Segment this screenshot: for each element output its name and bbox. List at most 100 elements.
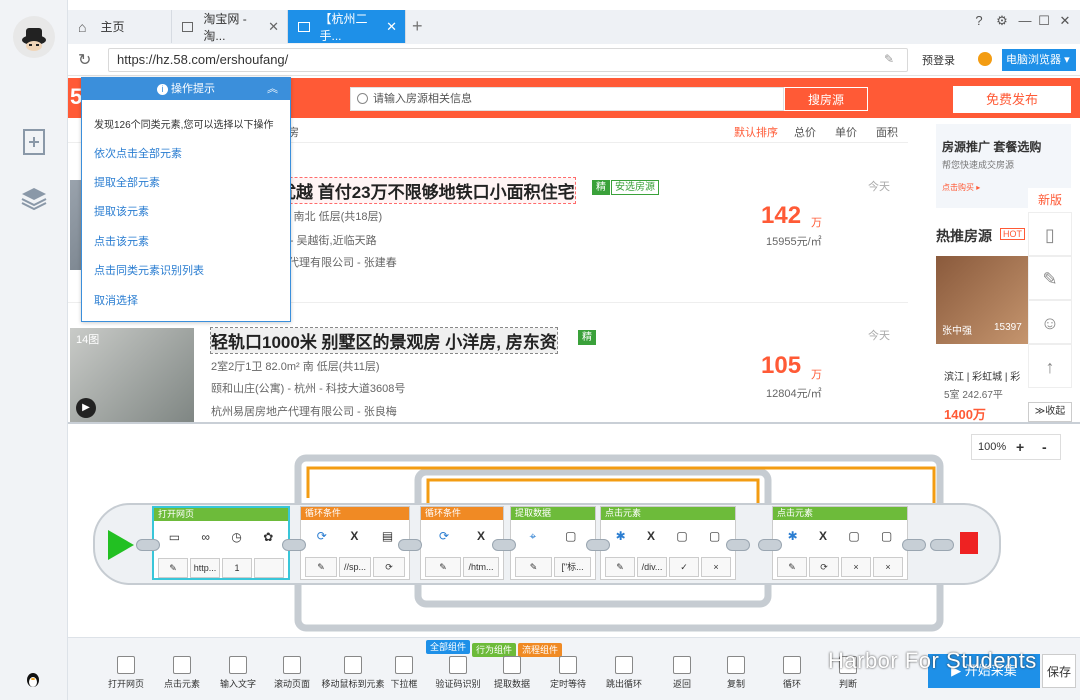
tool-open-page[interactable]: 打开网页 [100,656,152,690]
edit-icon[interactable]: ✎ [515,557,552,577]
node-field: ["标... [554,557,591,577]
unit-price: 15955元/㎡ [766,236,822,248]
edit-icon[interactable]: ✎ [158,558,188,578]
popup-action[interactable]: 提取该元素 [94,203,149,219]
tool-hover[interactable]: 移动鼠标到元素 [320,656,386,690]
edit-icon[interactable]: ✎ [305,557,337,577]
connector [758,539,782,551]
service-icon[interactable]: ☺ [1028,300,1072,344]
mouse-icon [344,656,362,674]
help-icon[interactable]: ? [971,13,987,29]
phone-icon[interactable]: ▯ [1028,212,1072,256]
chip-all[interactable]: 全部组件 [426,640,471,654]
tool-wait[interactable]: 定时等待 [542,656,594,690]
node-field: ⟳ [809,557,839,577]
back-to-top-icon[interactable]: ↑ [1028,344,1072,388]
tool-label: 定时等待 [549,679,586,689]
new-tab-icon[interactable]: + [412,16,423,37]
popup-action[interactable]: 依次点击全部元素 [94,145,182,161]
flow-node-extract[interactable]: 提取数据 ⌖ ▢ ✎ ["标... [510,506,596,580]
flow-node-click-2[interactable]: 点击元素 ✱ X ▢ ▢ ✎ ⟳ × × [772,506,908,580]
close-tab-icon[interactable]: ✕ [268,19,279,35]
feedback-icon[interactable]: ✎ [1028,256,1072,300]
listing-date: 今天 [868,330,890,342]
settings-icon[interactable]: ⚙ [994,13,1010,29]
popup-action[interactable]: 提取全部元素 [94,174,160,190]
pre-login-button[interactable]: 预登录 [922,52,955,68]
collapse-label: 收起 [1045,406,1066,417]
listing-meta: 2室2厅1卫 82.0m² 南 低层(共11层) [211,361,380,373]
flow-node-click[interactable]: 点击元素 ✱ X ▢ ▢ ✎/div... ✓ × [600,506,736,580]
node-field-empty [254,558,284,578]
tool-input[interactable]: 输入文字 [212,656,264,690]
listing-agent[interactable]: 杭州易居房地产代理有限公司 - 张良梅 [211,403,397,419]
edit-icon[interactable]: ✎ [777,557,807,577]
edit-icon[interactable]: ✎ [605,557,635,577]
chip-action[interactable]: 行为组件 [472,643,517,657]
tool-click[interactable]: 点击元素 [156,656,208,690]
start-icon[interactable] [106,528,136,562]
node-field: //sp... [339,557,371,577]
maximize-icon[interactable]: ☐ [1036,13,1052,29]
search-button[interactable]: 搜房源 [784,87,868,111]
save-button[interactable]: 保存 [1042,654,1076,688]
copy-icon [727,656,745,674]
avatar[interactable] [13,16,55,58]
sort-unit[interactable]: 单价 [835,124,857,140]
sort-total[interactable]: 总价 [794,124,816,140]
chip-flow[interactable]: 流程组件 [518,643,563,657]
listing-title[interactable]: 轻轨口1000米 别墅区的景观房 小洋房, 房东资 [210,327,558,354]
flow-node-loop[interactable]: 循环条件 ⟳ X ▤ ✎//sp... ⟳ [300,506,410,580]
promo-link[interactable]: 点击购买 ▸ [942,182,980,193]
new-task-icon[interactable] [20,128,48,156]
url-input[interactable]: https://hz.58.com/ershoufang/ [108,48,908,72]
workflow-canvas[interactable]: 100% + - 打开网页 ▭ ∞ ◷ ✿ ✎ http... 1 循环条件 ⟳ X ▤ ✎ /… [68,422,1080,637]
connector [930,539,954,551]
x-icon: X [647,529,656,543]
listing-photo[interactable]: 14图 ▶ [70,328,194,422]
tag-badge: 精 [592,180,610,195]
watermark: Harbor For Students [828,648,1037,673]
browser-mode-dropdown[interactable]: 电脑浏览器 ▾ [1002,49,1076,71]
browser-window: ⌂ 主页 淘宝网 - 淘... ✕ 【杭州二手... ✕ + ? ⚙ — ☐ ✕… [0,0,1080,700]
collapse-button[interactable]: ≫收起 [1028,402,1072,422]
sort-default[interactable]: 默认排序 [734,124,778,140]
tool-captcha[interactable]: 验证码识别 [432,656,484,690]
tab-home[interactable]: ⌂ 主页 [68,10,172,43]
layers-icon[interactable] [20,184,48,212]
listing-address[interactable]: 颐和山庄(公寓) - 杭州 - 科技大道3608号 [211,380,405,396]
cloud-icon[interactable] [978,52,992,66]
tool-extract[interactable]: 提取数据 [486,656,538,690]
tool-copy[interactable]: 复制 [710,656,762,690]
edit-icon[interactable]: ✎ [425,557,461,577]
search-input[interactable]: 请输入房源相关信息 [350,87,784,111]
photo-count: 14图 [76,334,100,346]
tool-dropdown[interactable]: 下拉框 [378,656,430,690]
edit-icon[interactable]: ✎ [884,52,894,66]
play-icon[interactable]: ▶ [76,398,96,418]
new-version-label[interactable]: 新版 [1028,188,1072,212]
hot-place[interactable]: 滨江 | 彩虹城 | 彩 [944,368,1020,383]
tab-taobao[interactable]: 淘宝网 - 淘... ✕ [172,10,288,43]
popup-action[interactable]: 点击同类元素识别列表 [94,262,204,278]
minimize-icon[interactable]: — [1017,13,1033,29]
tool-loop[interactable]: 循环 [766,656,818,690]
tab-58[interactable]: 【杭州二手... ✕ [288,10,406,43]
flow-node-open-page[interactable]: 打开网页 ▭ ∞ ◷ ✿ ✎ http... 1 [152,506,290,580]
link-icon: ∞ [201,530,210,544]
close-icon[interactable]: ✕ [1057,13,1073,29]
sort-area[interactable]: 面积 [876,124,898,140]
tool-label: 下拉框 [390,679,418,689]
node-title: 打开网页 [154,508,288,521]
refresh-icon[interactable]: ↻ [78,50,91,70]
popup-action[interactable]: 点击该元素 [94,233,149,249]
end-icon[interactable] [956,528,982,558]
close-tab-icon[interactable]: ✕ [386,19,397,35]
penguin-icon[interactable] [26,672,40,688]
tool-break[interactable]: 跳出循环 [598,656,650,690]
collapse-popup-icon[interactable]: ︽ [267,78,278,100]
tool-scroll[interactable]: 滚动页面 [266,656,318,690]
tool-back[interactable]: 返回 [656,656,708,690]
publish-button[interactable]: 免费发布 [953,86,1071,113]
popup-action[interactable]: 取消选择 [94,292,138,308]
